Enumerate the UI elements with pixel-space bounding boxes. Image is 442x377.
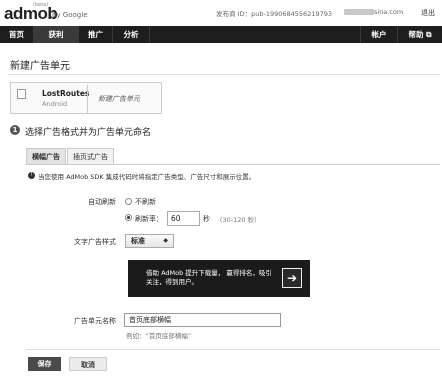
nav-home[interactable]: 首页 [0, 26, 33, 43]
form-divider [26, 349, 440, 350]
tab-interstitial[interactable]: 插页式广告 [67, 148, 114, 164]
logo-beta-tag: (beta) [33, 2, 49, 8]
email-redacted [344, 9, 374, 15]
ad-unit-name-label: 广告单元名称 [74, 317, 116, 325]
breadcrumb-current: 新建广告单元 [98, 95, 140, 103]
nav-account[interactable]: 帐户 [361, 26, 397, 43]
ad-format-tabs: 横幅广告 插页式广告 [26, 148, 440, 165]
info-icon: ! [28, 172, 35, 179]
logout-link[interactable]: 退出 [421, 8, 435, 18]
no-refresh-label: 不刷新 [135, 198, 156, 206]
nav-promote[interactable]: 推广 [79, 26, 112, 43]
text-style-label: 文字广告样式 [74, 238, 116, 246]
ad-preview-text: 借助 AdMob 提升下载量， 赢得排名，吸引关注，得到用户。 [146, 269, 272, 286]
refresh-range-hint: （30-120 秒） [216, 216, 261, 224]
text-style-value: 标准 [131, 237, 145, 245]
save-button[interactable]: 保存 [28, 357, 61, 371]
breadcrumb-platform: Android [42, 100, 68, 108]
refresh-rate-radio[interactable] [125, 214, 132, 221]
publisher-id: 发布商 ID：pub-1990684556219793 [216, 8, 332, 18]
refresh-unit: 秒 [203, 215, 210, 223]
page-title: 新建广告单元 [10, 61, 70, 72]
main-nav: 首页 获利 推广 分析 帐户 帮助 ⧉ [0, 26, 442, 43]
breadcrumb-separator [87, 85, 88, 113]
refresh-rate-input[interactable]: 60 [167, 211, 200, 226]
text-style-select[interactable]: 标准 ◆ [125, 234, 174, 248]
arrow-right-icon: ➔ [282, 268, 302, 288]
no-refresh-radio[interactable] [125, 198, 132, 205]
refresh-label: 自动刷新 [88, 198, 116, 206]
ad-preview: 借助 AdMob 提升下载量， 赢得排名，吸引关注，得到用户。 ➔ [128, 260, 310, 297]
nav-monetize[interactable]: 获利 [34, 26, 78, 43]
updown-caret-icon: ◆ [163, 237, 168, 244]
step-title: 选择广告格式并为广告单元命名 [25, 128, 152, 138]
admob-logo[interactable]: admob [4, 4, 58, 24]
cancel-button[interactable]: 取消 [69, 357, 107, 371]
top-header: admob (beta) by Google 发布商 ID：pub-199068… [0, 0, 442, 26]
publisher-id-label: 发布商 ID： [216, 10, 252, 18]
breadcrumb-app-name[interactable]: LostRoutes [42, 89, 89, 98]
refresh-rate-label: 刷新率： [135, 215, 163, 223]
breadcrumb: LostRoutes Android 新建广告单元 [10, 82, 162, 114]
nav-divider [149, 26, 150, 43]
info-text: 当您使用 AdMob SDK 集成代码时将指定广告类型、广告尺寸和展示位置。 [38, 173, 256, 181]
title-divider [8, 74, 440, 75]
publisher-id-value: pub-1990684556219793 [251, 10, 332, 18]
ad-unit-name-input[interactable]: 首页底部横幅 [124, 313, 281, 327]
account-email: sina.com [374, 8, 404, 16]
app-icon [17, 89, 26, 99]
step-number-badge: 1 [10, 125, 20, 135]
tab-banner[interactable]: 横幅广告 [26, 148, 66, 164]
nav-help[interactable]: 帮助 ⧉ [398, 26, 442, 43]
ad-unit-name-example: 例如：“首页底部横幅” [126, 332, 192, 340]
nav-analyze[interactable]: 分析 [113, 26, 149, 43]
logo-by-google: by Google [52, 11, 88, 19]
